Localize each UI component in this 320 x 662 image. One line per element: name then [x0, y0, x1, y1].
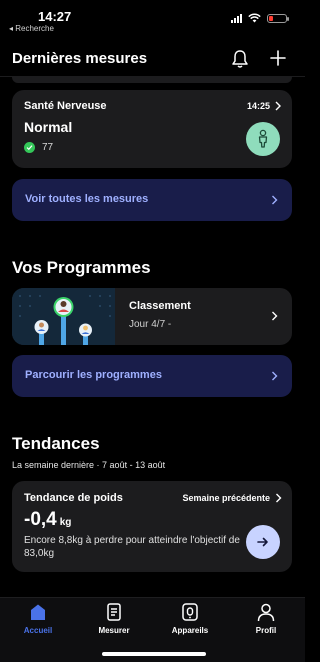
check-circle-icon — [24, 142, 35, 153]
previous-card-peek — [12, 77, 292, 83]
profile-icon — [257, 603, 275, 622]
status-icons — [231, 13, 289, 23]
bell-icon[interactable] — [231, 49, 249, 69]
browse-programs-button[interactable]: Parcourir les programmes — [12, 355, 292, 397]
program-title: Classement — [129, 300, 191, 312]
weight-change: -0,4 — [24, 509, 57, 530]
battery-icon — [267, 13, 289, 23]
period-selector[interactable]: Semaine précédente — [182, 493, 270, 503]
status-bar: 14:27 ◂ Recherche — [0, 0, 305, 36]
status-time: 14:27 — [38, 9, 72, 24]
tab-measure[interactable]: Mesurer — [84, 602, 144, 642]
weight-trend-card[interactable]: Tendance de poids Semaine précédente -0,… — [12, 481, 292, 572]
tab-measure-label: Mesurer — [98, 626, 130, 635]
all-measures-label: Voir toutes les mesures — [25, 193, 149, 205]
trends-date-range: La semaine dernière · 7 août - 13 août — [12, 460, 166, 470]
weight-trend-value: -0,4 kg — [24, 509, 71, 531]
tab-home[interactable]: Accueil — [8, 602, 68, 642]
nerve-health-value: 77 — [42, 142, 54, 153]
chevron-right-icon — [276, 493, 282, 503]
plus-icon[interactable] — [269, 49, 287, 67]
weight-trend-title: Tendance de poids — [24, 492, 123, 504]
tab-devices[interactable]: Appareils — [160, 602, 220, 642]
chevron-right-icon — [275, 101, 281, 111]
nerve-health-status: Normal — [24, 119, 73, 135]
chevron-right-icon — [272, 371, 278, 381]
person-icon — [246, 122, 280, 156]
program-progress: Jour 4/7 - — [129, 319, 172, 330]
measure-icon — [107, 603, 121, 621]
chevron-right-icon — [272, 311, 278, 321]
nerve-health-card[interactable]: Santé Nerveuse 14:25 Normal 77 — [12, 90, 292, 168]
back-to-search-link[interactable]: ◂ Recherche — [9, 24, 54, 33]
program-card[interactable]: Classement Jour 4/7 - — [12, 288, 292, 345]
cellular-signal-icon — [231, 13, 242, 23]
nerve-health-time: 14:25 — [246, 101, 270, 111]
tab-home-label: Accueil — [23, 626, 53, 635]
nerve-health-title: Santé Nerveuse — [24, 100, 107, 112]
weight-goal-description: Encore 8,8kg à perdre pour atteindre l'o… — [24, 535, 240, 559]
trends-section-title: Tendances — [12, 434, 100, 453]
tab-devices-label: Appareils — [171, 626, 209, 635]
programs-section-title: Vos Programmes — [12, 258, 151, 277]
all-measures-button[interactable]: Voir toutes les mesures — [12, 179, 292, 221]
browse-programs-label: Parcourir les programmes — [25, 369, 162, 381]
weight-unit: kg — [59, 517, 72, 528]
tab-profile[interactable]: Profil — [236, 602, 296, 642]
page-title: Dernières mesures — [12, 50, 148, 67]
tab-profile-label: Profil — [255, 626, 277, 635]
leaderboard-illustration — [12, 288, 115, 345]
wifi-icon — [248, 13, 261, 23]
home-indicator[interactable] — [102, 652, 206, 656]
arrow-right-icon[interactable] — [246, 525, 280, 559]
devices-icon — [182, 603, 198, 621]
chevron-right-icon — [272, 195, 278, 205]
home-icon — [31, 604, 45, 620]
